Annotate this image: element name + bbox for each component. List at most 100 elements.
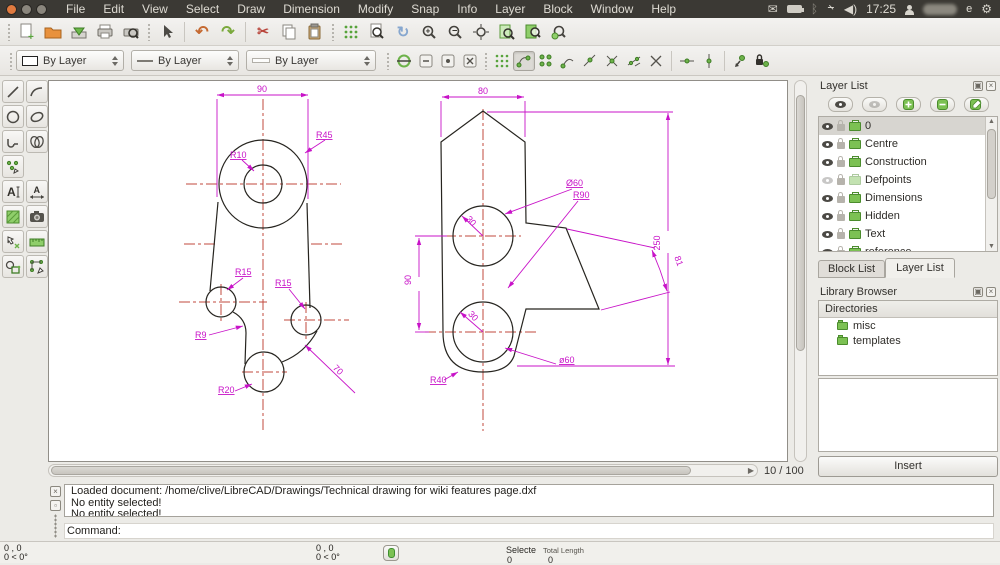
lock-icon[interactable] — [837, 138, 845, 149]
battery-icon[interactable] — [786, 5, 804, 13]
layer-visible-icon[interactable] — [822, 194, 833, 202]
menu-block[interactable]: Block — [534, 0, 581, 18]
tab-layer-list[interactable]: Layer List — [885, 258, 955, 278]
layer-row[interactable]: Defpoints — [819, 171, 997, 189]
layer-row[interactable]: Text — [819, 225, 997, 243]
command-history[interactable]: Loaded document: /home/clive/LibreCAD/Dr… — [64, 484, 994, 517]
lock-icon[interactable] — [837, 246, 845, 251]
float-command-icon[interactable]: ▫ — [50, 500, 61, 511]
restrict-horizontal-button[interactable] — [676, 51, 698, 71]
insert-button[interactable]: Insert — [818, 456, 998, 477]
horizontal-scrollbar[interactable]: ▶ — [48, 464, 758, 477]
command-line-handle[interactable] — [54, 526, 57, 538]
explode-tool-button[interactable] — [26, 255, 48, 278]
zoom-previous-button[interactable] — [494, 20, 520, 44]
close-window-button[interactable] — [6, 3, 17, 15]
menu-draw[interactable]: Draw — [228, 0, 274, 18]
hscroll-thumb[interactable] — [51, 466, 691, 475]
mouse-hint-button[interactable] — [383, 545, 399, 561]
layer-row[interactable]: Centre — [819, 135, 997, 153]
print-icon[interactable] — [849, 209, 861, 221]
layer-visible-icon[interactable] — [822, 212, 833, 220]
color-combo[interactable]: By Layer — [16, 50, 124, 71]
lock-icon[interactable] — [837, 228, 845, 239]
pointer-button[interactable] — [154, 20, 180, 44]
snap-entity-button[interactable] — [579, 51, 601, 71]
toolbar-handle[interactable] — [7, 22, 11, 41]
layer-row[interactable]: reference — [819, 243, 997, 251]
menu-file[interactable]: File — [57, 0, 94, 18]
snap-endpoint-button[interactable] — [557, 51, 579, 71]
text-tool-button[interactable]: A — [2, 180, 24, 203]
menu-layer[interactable]: Layer — [486, 0, 534, 18]
zoom-auto-button[interactable] — [468, 20, 494, 44]
toolbar-handle[interactable] — [386, 51, 390, 70]
scroll-up-arrow[interactable]: ▲ — [988, 118, 995, 125]
layer-row[interactable]: 0 — [819, 117, 997, 135]
arc-tool-button[interactable] — [26, 80, 48, 103]
print-icon[interactable] — [849, 191, 861, 203]
linetype-combo[interactable]: By Layer — [131, 50, 239, 71]
close-panel-icon[interactable]: × — [986, 287, 996, 297]
linewidth-combo[interactable]: By Layer — [246, 50, 376, 71]
show-all-layers-button[interactable] — [827, 96, 853, 112]
layer-visible-icon[interactable] — [822, 248, 833, 251]
layer-list-scrollbar[interactable]: ▲ ▼ — [985, 117, 997, 251]
snap-grid-button[interactable] — [535, 51, 557, 71]
volume-icon[interactable]: ◀) — [844, 2, 857, 16]
print-icon[interactable] — [849, 119, 861, 131]
print-icon[interactable] — [849, 227, 861, 239]
toolbar-handle[interactable] — [484, 51, 488, 70]
directory-item-misc[interactable]: misc — [819, 318, 997, 333]
redo-button[interactable]: ↷ — [215, 20, 241, 44]
pen-toggle-button[interactable] — [393, 51, 415, 71]
layer-visible-icon[interactable] — [822, 122, 833, 130]
layer-row[interactable]: Construction — [819, 153, 997, 171]
lock-icon[interactable] — [837, 156, 845, 167]
lock-icon[interactable] — [837, 210, 845, 221]
select-tool-button[interactable] — [2, 230, 24, 253]
close-options-button[interactable] — [459, 51, 481, 71]
menu-dimension[interactable]: Dimension — [274, 0, 349, 18]
hscroll-right-arrow[interactable]: ▶ — [748, 466, 754, 475]
points-tool-button[interactable] — [2, 155, 24, 178]
open-button[interactable] — [40, 20, 66, 44]
library-preview[interactable] — [818, 378, 998, 452]
spinner-icon[interactable] — [227, 55, 233, 66]
tab-block-list[interactable]: Block List — [818, 260, 886, 278]
circle-tool-button[interactable] — [2, 105, 24, 128]
edit-layer-button[interactable] — [963, 96, 989, 112]
copy-button[interactable] — [276, 20, 302, 44]
spinner-icon[interactable] — [112, 55, 118, 66]
menu-modify[interactable]: Modify — [349, 0, 402, 18]
zoom-window-button[interactable] — [520, 20, 546, 44]
zoom-pan-button[interactable] — [546, 20, 572, 44]
wifi-icon[interactable]: ᭺ — [827, 0, 835, 20]
remove-layer-button[interactable] — [929, 96, 955, 112]
clock[interactable]: 17:25 — [866, 2, 896, 16]
mail-icon[interactable]: ✉ — [768, 2, 778, 16]
dot-options-button[interactable] — [437, 51, 459, 71]
zoom-page-button[interactable] — [364, 20, 390, 44]
toolbar-handle[interactable] — [147, 22, 151, 41]
menu-edit[interactable]: Edit — [94, 0, 133, 18]
print-icon[interactable] — [849, 173, 861, 185]
vertical-scrollbar[interactable] — [794, 80, 807, 462]
restrict-vertical-button[interactable] — [698, 51, 720, 71]
lock-icon[interactable] — [837, 192, 845, 203]
grid-snap-button[interactable] — [491, 51, 513, 71]
lock-icon[interactable] — [837, 174, 845, 185]
hatch-tool-button[interactable] — [2, 205, 24, 228]
measure-tool-button[interactable] — [26, 230, 48, 253]
menu-help[interactable]: Help — [642, 0, 685, 18]
zoom-out-button[interactable]: − — [442, 20, 468, 44]
layer-visible-icon[interactable] — [822, 230, 833, 238]
hide-options-button[interactable] — [415, 51, 437, 71]
undo-button[interactable]: ↶ — [189, 20, 215, 44]
line-tool-button[interactable] — [2, 80, 24, 103]
snap-intersection-button[interactable] — [645, 51, 667, 71]
spinner-icon[interactable] — [364, 55, 370, 66]
new-document-button[interactable]: + — [14, 20, 40, 44]
print-icon[interactable] — [849, 137, 861, 149]
lock-relative-zero-button[interactable] — [751, 51, 773, 71]
